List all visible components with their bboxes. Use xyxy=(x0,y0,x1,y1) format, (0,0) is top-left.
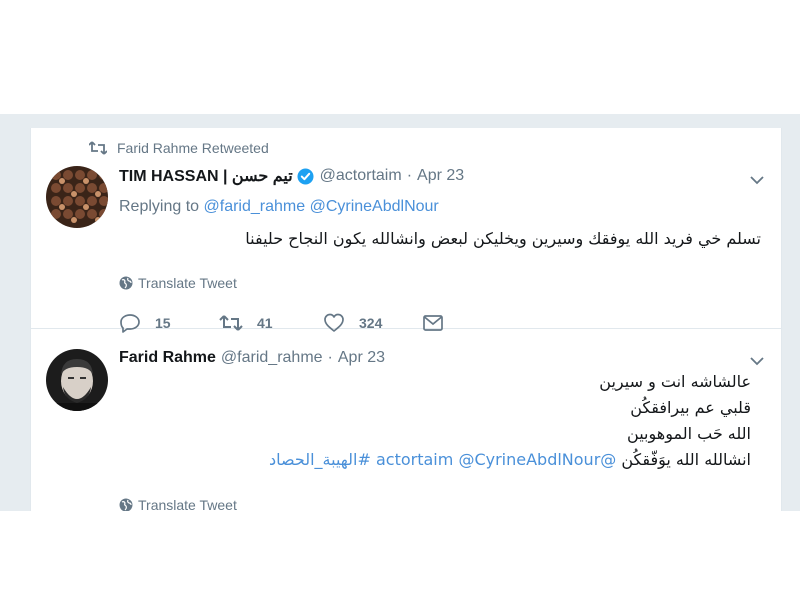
username[interactable]: @actortaim xyxy=(320,167,402,185)
timestamp[interactable]: Apr 23 xyxy=(338,349,385,367)
caret-down-icon[interactable] xyxy=(747,351,767,371)
tweet-line-4-text: انشالله الله يوَفّقكُن xyxy=(621,450,751,469)
mention-cyrine[interactable]: @CyrineAbdlNour xyxy=(310,198,439,215)
translate-tweet-link[interactable]: Translate Tweet xyxy=(119,497,237,511)
caret-down-icon[interactable] xyxy=(747,170,767,190)
tweet-header: Farid Rahme @farid_rahme · Apr 23 xyxy=(119,349,385,367)
avatar-image xyxy=(46,166,108,228)
tweet-farid-rahme[interactable]: Farid Rahme @farid_rahme · Apr 23 عالشاش… xyxy=(31,329,781,511)
translate-label: Translate Tweet xyxy=(138,275,237,291)
translate-tweet-link[interactable]: Translate Tweet xyxy=(119,275,237,291)
translate-label: Translate Tweet xyxy=(138,497,237,511)
tweet-text: تسلم خي فريد الله يوفقك وسيرين ويخليكن ل… xyxy=(245,229,761,248)
timeline-frame: Farid Rahme Retweeted TIM HASSAN | تيم ح… xyxy=(0,114,800,511)
tweet-text: عالشاشه انت و سيرين قلبي عم بيرافقكُن ال… xyxy=(269,369,751,473)
avatar-image xyxy=(46,349,108,411)
replying-to: Replying to @farid_rahme @CyrineAbdlNour xyxy=(119,198,439,216)
separator-dot: · xyxy=(406,167,413,184)
globe-icon xyxy=(119,276,133,290)
globe-icon xyxy=(119,498,133,511)
timestamp[interactable]: Apr 23 xyxy=(417,167,464,185)
username[interactable]: @farid_rahme xyxy=(221,349,323,367)
avatar-tim-hassan[interactable] xyxy=(46,166,108,228)
tweet-line-4: انشالله الله يوَفّقكُن @actortaim @Cyrin… xyxy=(269,447,751,473)
tweet-line-1: عالشاشه انت و سيرين xyxy=(599,372,751,391)
hashtag-link[interactable]: #الهيبة_الحصاد xyxy=(269,450,371,469)
avatar-farid-rahme[interactable] xyxy=(46,349,108,411)
tweet-line-2: قلبي عم بيرافقكُن xyxy=(630,398,751,417)
display-name[interactable]: Farid Rahme xyxy=(119,349,216,367)
mention-cyrine[interactable]: @CyrineAbdlNour xyxy=(458,450,600,469)
tweet-line-3: الله حَب الموهوبين xyxy=(627,424,751,443)
verified-badge-icon xyxy=(297,168,314,184)
separator-dot: · xyxy=(327,349,333,366)
retweet-context-label: Farid Rahme Retweeted xyxy=(117,140,269,156)
mention-farid-rahme[interactable]: @farid_rahme xyxy=(204,198,306,215)
timeline: Farid Rahme Retweeted TIM HASSAN | تيم ح… xyxy=(30,128,782,511)
replying-to-label: Replying to xyxy=(119,198,200,215)
tweet-retweeted[interactable]: Farid Rahme Retweeted TIM HASSAN | تيم ح… xyxy=(31,128,781,333)
retweet-context[interactable]: Farid Rahme Retweeted xyxy=(89,140,269,156)
retweet-icon xyxy=(89,141,107,155)
tweet-header: TIM HASSAN | تيم حسن @actortaim · Apr 23 xyxy=(119,166,464,186)
display-name[interactable]: TIM HASSAN | تيم حسن xyxy=(119,166,293,186)
